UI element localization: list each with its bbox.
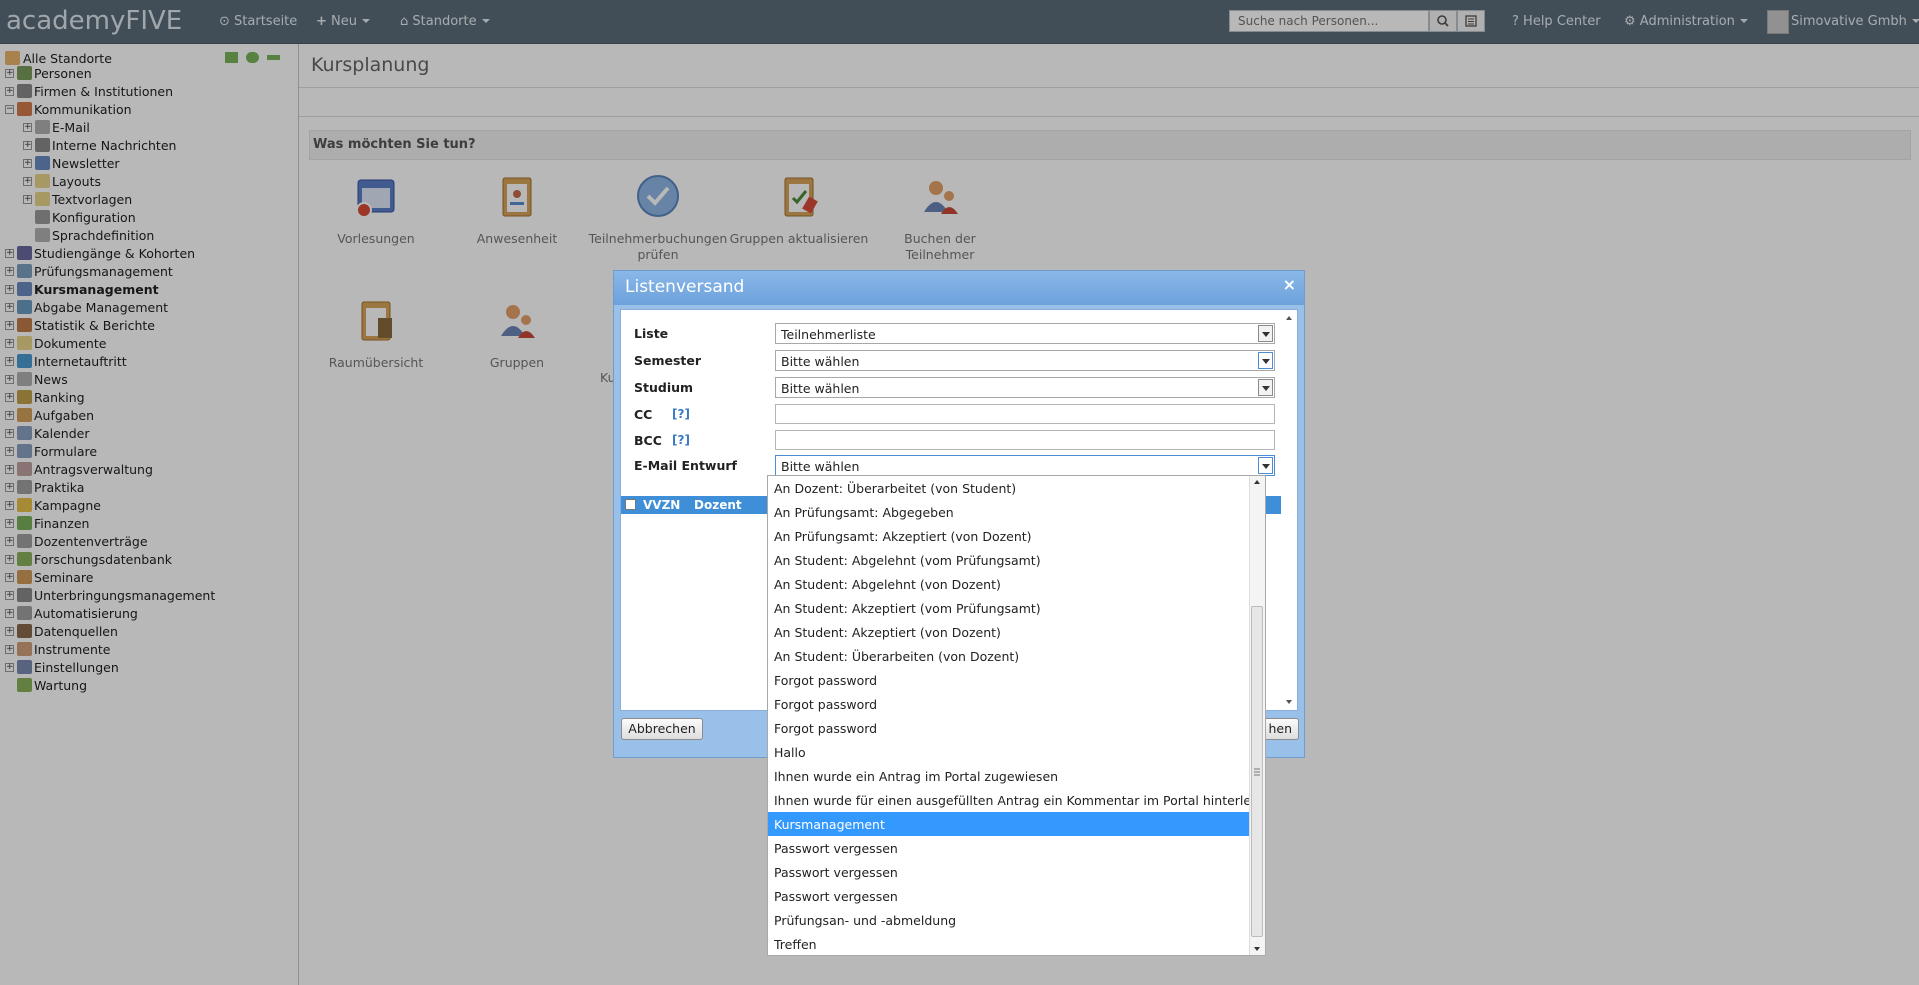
dropdown-option[interactable]: Kursmanagement <box>768 812 1250 836</box>
dropdown-option[interactable]: Forgot password <box>768 716 1250 740</box>
dropdown-option-label: An Prüfungsamt: Akzeptiert (von Dozent) <box>774 529 1032 544</box>
chevron-down-icon[interactable] <box>1258 379 1273 396</box>
liste-label: Liste <box>634 326 669 341</box>
dropdown-option-label: An Student: Überarbeiten (von Dozent) <box>774 649 1020 664</box>
chevron-down-icon[interactable] <box>1258 352 1273 369</box>
dropdown-option-label: An Prüfungsamt: Abgegeben <box>774 505 954 520</box>
dropdown-option[interactable]: An Dozent: Überarbeitet (von Student) <box>768 476 1250 500</box>
cc-field[interactable] <box>775 404 1275 424</box>
cc-label: CC <box>634 407 653 422</box>
grip-icon <box>1254 768 1260 776</box>
bcc-field[interactable] <box>775 430 1275 450</box>
dropdown-option[interactable]: Prüfungsan- und -abmeldung <box>768 908 1250 932</box>
dropdown-option-label: An Student: Akzeptiert (von Dozent) <box>774 625 1001 640</box>
dropdown-option[interactable]: An Student: Akzeptiert (von Dozent) <box>768 620 1250 644</box>
close-icon[interactable]: × <box>1283 275 1296 294</box>
bcc-help-link[interactable]: [?] <box>672 433 690 447</box>
dropdown-option-label: Ihnen wurde ein Antrag im Portal zugewie… <box>774 769 1059 784</box>
dropdown-option-label: An Student: Abgelehnt (vom Prüfungsamt) <box>774 553 1041 568</box>
email-draft-dropdown-list[interactable]: An Dozent: Überarbeitet (von Student) An … <box>767 475 1266 956</box>
bcc-label: BCC <box>634 433 662 448</box>
semester-label: Semester <box>634 353 702 368</box>
dropdown-option[interactable]: Hallo <box>768 740 1250 764</box>
select-all-checkbox[interactable] <box>625 499 636 510</box>
dialog-header: Listenversand × <box>614 271 1304 305</box>
dropdown-option-label: An Student: Abgelehnt (von Dozent) <box>774 577 1001 592</box>
email-draft-label: E-Mail Entwurf <box>634 458 737 473</box>
dropdown-option[interactable]: Ihnen wurde ein Antrag im Portal zugewie… <box>768 764 1250 788</box>
grid-col-vvzn[interactable]: VVZN <box>643 498 680 512</box>
dropdown-option-label: Kursmanagement <box>774 817 885 832</box>
dropdown-option-label: Forgot password <box>774 697 878 712</box>
dropdown-option[interactable]: An Student: Abgelehnt (vom Prüfungsamt) <box>768 548 1250 572</box>
grid-col-dozent[interactable]: Dozent <box>694 498 742 512</box>
dropdown-option-label: An Student: Akzeptiert (vom Prüfungsamt) <box>774 601 1041 616</box>
dropdown-option[interactable]: An Student: Abgelehnt (von Dozent) <box>768 572 1250 596</box>
dialog-title: Listenversand <box>625 277 745 297</box>
dropdown-option[interactable]: Ihnen wurde für einen ausgefüllten Antra… <box>768 788 1264 812</box>
dropdown-option[interactable]: Passwort vergessen <box>768 860 1250 884</box>
cc-help-link[interactable]: [?] <box>672 407 690 421</box>
scroll-up-icon[interactable] <box>1250 476 1264 488</box>
dropdown-option-label: Prüfungsan- und -abmeldung <box>774 913 957 928</box>
studium-label: Studium <box>634 380 694 395</box>
dropdown-option-label: An Dozent: Überarbeitet (von Student) <box>774 481 1017 496</box>
cancel-button[interactable]: Abbrechen <box>621 718 703 740</box>
dropdown-option[interactable]: Passwort vergessen <box>768 836 1250 860</box>
dropdown-option-label: Ihnen wurde für einen ausgefüllten Antra… <box>774 793 1264 808</box>
dropdown-option-label: Hallo <box>774 745 806 760</box>
dropdown-option-label: Treffen <box>774 937 817 952</box>
dropdown-option-label: Passwort vergessen <box>774 865 898 880</box>
liste-select[interactable]: Teilnehmerliste <box>775 323 1275 344</box>
scrollbar-thumb[interactable] <box>1251 606 1263 937</box>
dropdown-option[interactable]: An Student: Akzeptiert (vom Prüfungsamt) <box>768 596 1250 620</box>
dropdown-option[interactable]: An Prüfungsamt: Akzeptiert (von Dozent) <box>768 524 1250 548</box>
dropdown-option[interactable]: Forgot password <box>768 668 1250 692</box>
dropdown-option[interactable]: Treffen <box>768 932 1250 956</box>
liste-value: Teilnehmerliste <box>781 327 876 342</box>
email-draft-value: Bitte wählen <box>781 459 860 474</box>
dropdown-option-label: Forgot password <box>774 721 878 736</box>
dropdown-option[interactable]: An Prüfungsamt: Abgegeben <box>768 500 1250 524</box>
dropdown-option[interactable]: Passwort vergessen <box>768 884 1250 908</box>
dropdown-option[interactable]: An Student: Überarbeiten (von Dozent) <box>768 644 1250 668</box>
semester-value: Bitte wählen <box>781 354 860 369</box>
dropdown-scrollbar[interactable] <box>1249 476 1265 955</box>
studium-value: Bitte wählen <box>781 381 860 396</box>
dropdown-option-label: Forgot password <box>774 673 878 688</box>
email-draft-select[interactable]: Bitte wählen <box>775 455 1275 476</box>
scroll-down-icon[interactable] <box>1250 943 1264 955</box>
studium-select[interactable]: Bitte wählen <box>775 377 1275 398</box>
dropdown-option[interactable]: Forgot password <box>768 692 1250 716</box>
dropdown-option-label: Passwort vergessen <box>774 889 898 904</box>
chevron-down-icon[interactable] <box>1258 325 1273 342</box>
chevron-down-icon[interactable] <box>1258 457 1273 474</box>
semester-select[interactable]: Bitte wählen <box>775 350 1275 371</box>
dropdown-option-label: Passwort vergessen <box>774 841 898 856</box>
dialog-scrollbar[interactable] <box>1283 312 1295 708</box>
